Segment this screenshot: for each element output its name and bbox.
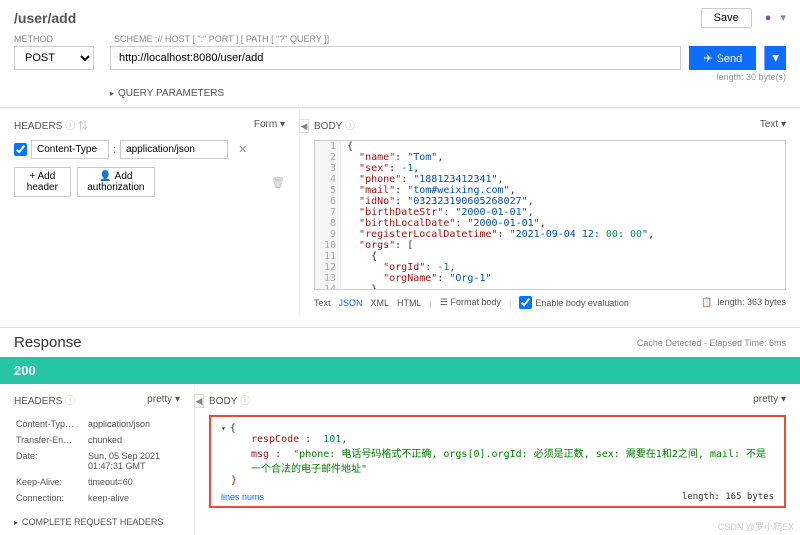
method-select[interactable]: POST (14, 46, 94, 70)
response-headers-label: HEADERS (14, 396, 62, 407)
query-parameters-toggle[interactable]: QUERY PARAMETERS (110, 88, 786, 99)
response-body-view-dropdown[interactable]: pretty ▾ (753, 394, 786, 405)
response-title: Response (14, 334, 82, 351)
send-button[interactable]: ✈Send (689, 46, 756, 70)
sort-icon[interactable]: ⇅ (78, 121, 88, 132)
body-label: BODY (314, 121, 342, 132)
complete-request-headers-toggle[interactable]: COMPLETE REQUEST HEADERS (14, 517, 180, 527)
body-mode-text[interactable]: Text (314, 298, 331, 308)
remove-header-icon[interactable]: ✕ (238, 143, 247, 156)
body-mode-json[interactable]: JSON (339, 298, 363, 308)
url-length: length: 30 byte(s) (14, 70, 786, 82)
json-collapse-icon[interactable] (221, 423, 230, 434)
collapse-left-icon[interactable]: ◀ (194, 394, 204, 408)
body-mode-xml[interactable]: XML (371, 298, 390, 308)
page-title: /user/add (14, 10, 76, 26)
method-label: METHOD (14, 34, 104, 44)
enable-body-eval-label: Enable body evaluation (535, 298, 629, 308)
format-body-button[interactable]: ☰ Format body (440, 297, 501, 308)
lines-nums-button[interactable]: lines nums (221, 492, 264, 502)
trash-icon[interactable]: 🗑 (271, 176, 285, 189)
save-button[interactable]: Save (701, 8, 752, 28)
headers-label: HEADERS (14, 121, 62, 132)
body-mode-html[interactable]: HTML (397, 298, 422, 308)
status-code: 200 (0, 357, 800, 384)
help-icon[interactable]: ⓘ (345, 121, 355, 132)
caret-down-icon[interactable]: ▾ (780, 12, 786, 24)
help-icon[interactable]: ⓘ (240, 396, 250, 407)
add-authorization-button[interactable]: 👤Add authorization (77, 167, 155, 197)
body-view-dropdown[interactable]: Text ▾ (760, 119, 786, 130)
header-value-input[interactable] (120, 140, 228, 159)
response-headers-table: Content-Typ…application/jsonTransfer-En…… (14, 415, 180, 507)
enable-body-eval-checkbox[interactable] (519, 296, 532, 309)
colon: : (113, 144, 116, 156)
response-headers-view-dropdown[interactable]: pretty ▾ (147, 394, 180, 405)
add-header-button[interactable]: + Add header (14, 167, 71, 197)
send-dropdown-button[interactable]: ▾ (764, 46, 786, 70)
collapse-left-icon[interactable]: ◀ (299, 119, 309, 133)
help-icon[interactable]: ⓘ (65, 121, 75, 132)
response-body-label: BODY (209, 396, 237, 407)
header-name-input[interactable] (31, 140, 109, 159)
body-length: length: 363 bytes (717, 297, 786, 307)
header-row: : ✕ (14, 140, 285, 159)
response-body-length: length: 165 bytes (682, 492, 774, 502)
response-meta: Cache Detected - Elapsed Time: 6ms (637, 338, 786, 348)
request-body-editor[interactable]: 1{2 "name": "Tom",3 "sex": -1,4 "phone":… (314, 140, 786, 290)
watermark: CSDN @罗小爬EX (718, 520, 794, 533)
scheme-label: SCHEME :// HOST [ ":" PORT ] [ PATH [ "?… (114, 34, 329, 44)
header-enable-checkbox[interactable] (14, 143, 27, 156)
help-icon[interactable]: ⓘ (65, 396, 75, 407)
copy-icon[interactable]: 📋 (701, 297, 712, 307)
headers-view-dropdown[interactable]: Form ▾ (254, 119, 285, 130)
url-input[interactable] (110, 46, 681, 70)
menu-dot-icon[interactable]: ● (765, 12, 772, 24)
response-body-viewer: { respCode : 101, msg : "phone: 电话号码格式不正… (209, 415, 786, 508)
